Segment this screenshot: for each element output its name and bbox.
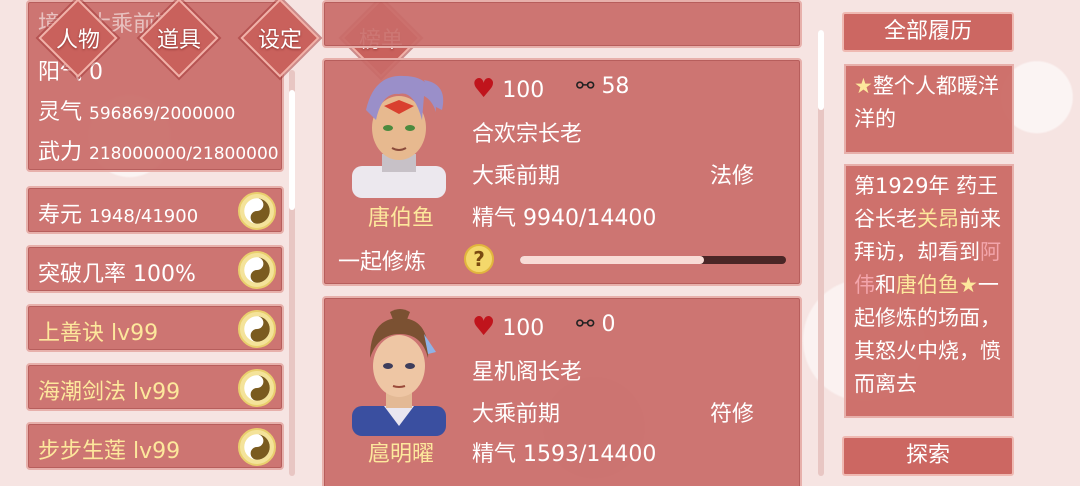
left-scrollbar-thumb[interactable]: [289, 90, 295, 210]
tab-settings[interactable]: 设定: [240, 22, 320, 54]
practice-label: 一起修炼: [338, 250, 427, 275]
character-name: 扈明曜: [367, 442, 434, 467]
hp-stat: ♥ 100: [472, 74, 544, 104]
skill-row-lifespan[interactable]: 寿元 1948/41900: [26, 186, 284, 234]
character-title: 星机阁长老: [472, 360, 583, 385]
vitality-stat: 精气 1593/14400: [472, 442, 657, 467]
skill-label: 上善诀 lv99: [38, 315, 158, 347]
bond-value: 58: [601, 74, 630, 99]
right-scrollbar-thumb[interactable]: [818, 30, 824, 110]
skill-row-shangshan[interactable]: 上善诀 lv99: [26, 304, 284, 352]
skill-name: 步步生莲: [38, 439, 127, 464]
all-history-button[interactable]: 全部履历: [842, 12, 1014, 52]
tab-characters[interactable]: 人物: [38, 22, 118, 54]
history-text: 和: [875, 273, 896, 297]
explore-button[interactable]: 探索: [842, 436, 1014, 476]
skill-value: lv99: [133, 380, 181, 405]
character-card[interactable]: 扈明曜 ♥ 100 ⚯ 0 星机阁长老 大乘前期 符修 精气 1593/1440…: [322, 296, 802, 486]
star-icon: ★: [854, 74, 873, 98]
history-name[interactable]: 关昂: [917, 207, 959, 231]
spirit-label: 灵气: [38, 100, 83, 125]
taiji-icon[interactable]: [238, 369, 276, 407]
history-name[interactable]: 唐伯鱼: [896, 273, 959, 297]
heart-icon: ♥: [472, 74, 496, 104]
hp-value: 100: [502, 316, 545, 341]
taiji-icon[interactable]: [238, 192, 276, 230]
skill-label: 突破几率 100%: [38, 256, 196, 288]
skill-row-breakthrough[interactable]: 突破几率 100%: [26, 245, 284, 293]
skill-name: 突破几率: [38, 262, 127, 287]
practice-progress-bar: [520, 256, 786, 264]
bond-value: 0: [601, 312, 616, 337]
skill-value: 100%: [133, 262, 196, 287]
skill-value: lv99: [111, 321, 159, 346]
taiji-icon[interactable]: [238, 251, 276, 289]
cultivation-type: 法修: [710, 164, 755, 189]
hp-stat: ♥ 100: [472, 312, 544, 342]
history-entry: 第1929年 药王谷长老关昂前来拜访，却看到阿伟和唐伯鱼★一起修炼的场面，其怒火…: [844, 164, 1014, 418]
taiji-icon[interactable]: [238, 428, 276, 466]
history-text: 整个人都暖洋洋的: [854, 74, 999, 131]
skill-label: 步步生莲 lv99: [38, 433, 180, 465]
heart-icon: ♥: [472, 312, 496, 342]
hp-value: 100: [502, 78, 545, 103]
martial-value: 218000000/21800000: [89, 144, 279, 164]
skill-name: 海潮剑法: [38, 380, 127, 405]
character-title: 合欢宗长老: [472, 122, 583, 147]
vitality-stat: 精气 9940/14400: [472, 206, 657, 231]
character-card-stub: [322, 0, 802, 48]
handcuffs-icon: ⚯: [576, 312, 595, 337]
skill-value: 1948/41900: [89, 206, 199, 227]
skill-value: lv99: [133, 439, 181, 464]
martial-stat: 武力 218000000/21800000: [38, 134, 279, 166]
spirit-value: 596869/2000000: [89, 104, 236, 124]
spirit-stat: 灵气 596869/2000000: [38, 94, 235, 126]
martial-label: 武力: [38, 140, 83, 165]
star-icon: ★: [959, 273, 978, 297]
character-portrait: [344, 308, 454, 436]
history-entry: ★整个人都暖洋洋的: [844, 64, 1014, 154]
character-card[interactable]: 唐伯鱼 ♥ 100 ⚯ 58 合欢宗长老 大乘前期 法修 精气 9940/144…: [322, 58, 802, 286]
character-realm: 大乘前期: [472, 164, 561, 189]
tab-items[interactable]: 道具: [139, 22, 219, 54]
cultivation-type: 符修: [710, 402, 755, 427]
skill-label: 海潮剑法 lv99: [38, 374, 180, 406]
handcuffs-icon: ⚯: [576, 74, 595, 99]
skill-label: 寿元 1948/41900: [38, 197, 198, 229]
skill-row-bubu[interactable]: 步步生莲 lv99: [26, 422, 284, 470]
character-portrait: [344, 70, 454, 198]
bond-stat: ⚯ 58: [576, 74, 629, 99]
character-name: 唐伯鱼: [367, 206, 434, 231]
practice-progress-fill: [520, 256, 704, 264]
skill-row-haichao[interactable]: 海潮剑法 lv99: [26, 363, 284, 411]
skill-name: 寿元: [38, 203, 83, 228]
help-icon[interactable]: ?: [464, 244, 494, 274]
skill-name: 上善诀: [38, 321, 105, 346]
character-realm: 大乘前期: [472, 402, 561, 427]
taiji-icon[interactable]: [238, 310, 276, 348]
bond-stat: ⚯ 0: [576, 312, 615, 337]
